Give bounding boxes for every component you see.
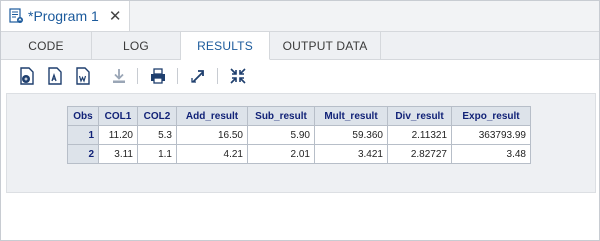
program-tab-strip: *Program 1 ✕ bbox=[1, 1, 599, 32]
tab-log[interactable]: LOG bbox=[92, 32, 181, 59]
table-row: 2 3.11 1.1 4.21 2.01 3.421 2.82727 3.48 bbox=[67, 144, 531, 164]
table-cell: 2 bbox=[67, 144, 99, 164]
sas-studio-panel: *Program 1 ✕ CODE LOG RESULTS OUTPUT DAT… bbox=[0, 0, 600, 241]
table-cell: 11.20 bbox=[98, 125, 138, 145]
results-viewer: Obs COL1 COL2 Add_result Sub_result Mult… bbox=[6, 93, 596, 193]
table-cell: 2.11321 bbox=[387, 125, 452, 145]
print-icon[interactable] bbox=[148, 66, 168, 86]
tab-log-label: LOG bbox=[123, 38, 149, 53]
table-row: 1 11.20 5.3 16.50 5.90 59.360 2.11321 36… bbox=[67, 125, 531, 145]
table-cell: 5.3 bbox=[137, 125, 177, 145]
table-header-row: Obs COL1 COL2 Add_result Sub_result Mult… bbox=[67, 106, 531, 126]
column-header: Mult_result bbox=[314, 106, 388, 126]
column-header: Sub_result bbox=[247, 106, 315, 126]
tab-code[interactable]: CODE bbox=[1, 32, 92, 59]
table-cell: 2.82727 bbox=[387, 144, 452, 164]
toolbar-separator bbox=[137, 68, 138, 84]
table-cell: 1.1 bbox=[137, 144, 177, 164]
results-toolbar bbox=[1, 60, 599, 92]
table-cell: 1 bbox=[67, 125, 99, 145]
tab-output-data[interactable]: OUTPUT DATA bbox=[270, 32, 381, 59]
column-header: Div_result bbox=[387, 106, 452, 126]
close-icon[interactable]: ✕ bbox=[109, 7, 122, 25]
table-cell: 16.50 bbox=[176, 125, 248, 145]
download-pdf-icon[interactable] bbox=[45, 66, 65, 86]
subtab-bar: CODE LOG RESULTS OUTPUT DATA bbox=[1, 32, 599, 60]
toolbar-separator bbox=[177, 68, 178, 84]
column-header: Expo_result bbox=[451, 106, 531, 126]
program-tab-title: *Program 1 bbox=[28, 8, 99, 24]
program-file-icon bbox=[9, 8, 23, 23]
tab-code-label: CODE bbox=[28, 38, 64, 53]
table-cell: 59.360 bbox=[314, 125, 388, 145]
results-table: Obs COL1 COL2 Add_result Sub_result Mult… bbox=[67, 106, 531, 164]
table-cell: 4.21 bbox=[176, 144, 248, 164]
expand-icon[interactable] bbox=[188, 66, 208, 86]
column-header: COL1 bbox=[98, 106, 138, 126]
table-cell: 5.90 bbox=[247, 125, 315, 145]
table-cell: 3.11 bbox=[98, 144, 138, 164]
table-cell: 2.01 bbox=[247, 144, 315, 164]
toolbar-separator bbox=[217, 68, 218, 84]
tab-results[interactable]: RESULTS bbox=[181, 32, 270, 60]
column-header: COL2 bbox=[137, 106, 177, 126]
download-icon[interactable] bbox=[109, 66, 129, 86]
table-cell: 3.48 bbox=[451, 144, 531, 164]
download-rtf-icon[interactable] bbox=[73, 66, 93, 86]
column-header: Add_result bbox=[176, 106, 248, 126]
tab-results-label: RESULTS bbox=[197, 38, 253, 53]
column-header: Obs bbox=[67, 106, 99, 126]
program-tab[interactable]: *Program 1 ✕ bbox=[1, 1, 130, 31]
tab-output-data-label: OUTPUT DATA bbox=[282, 38, 368, 53]
table-cell: 3.421 bbox=[314, 144, 388, 164]
download-html-icon[interactable] bbox=[17, 66, 37, 86]
table-cell: 363793.99 bbox=[451, 125, 531, 145]
collapse-icon[interactable] bbox=[228, 66, 248, 86]
